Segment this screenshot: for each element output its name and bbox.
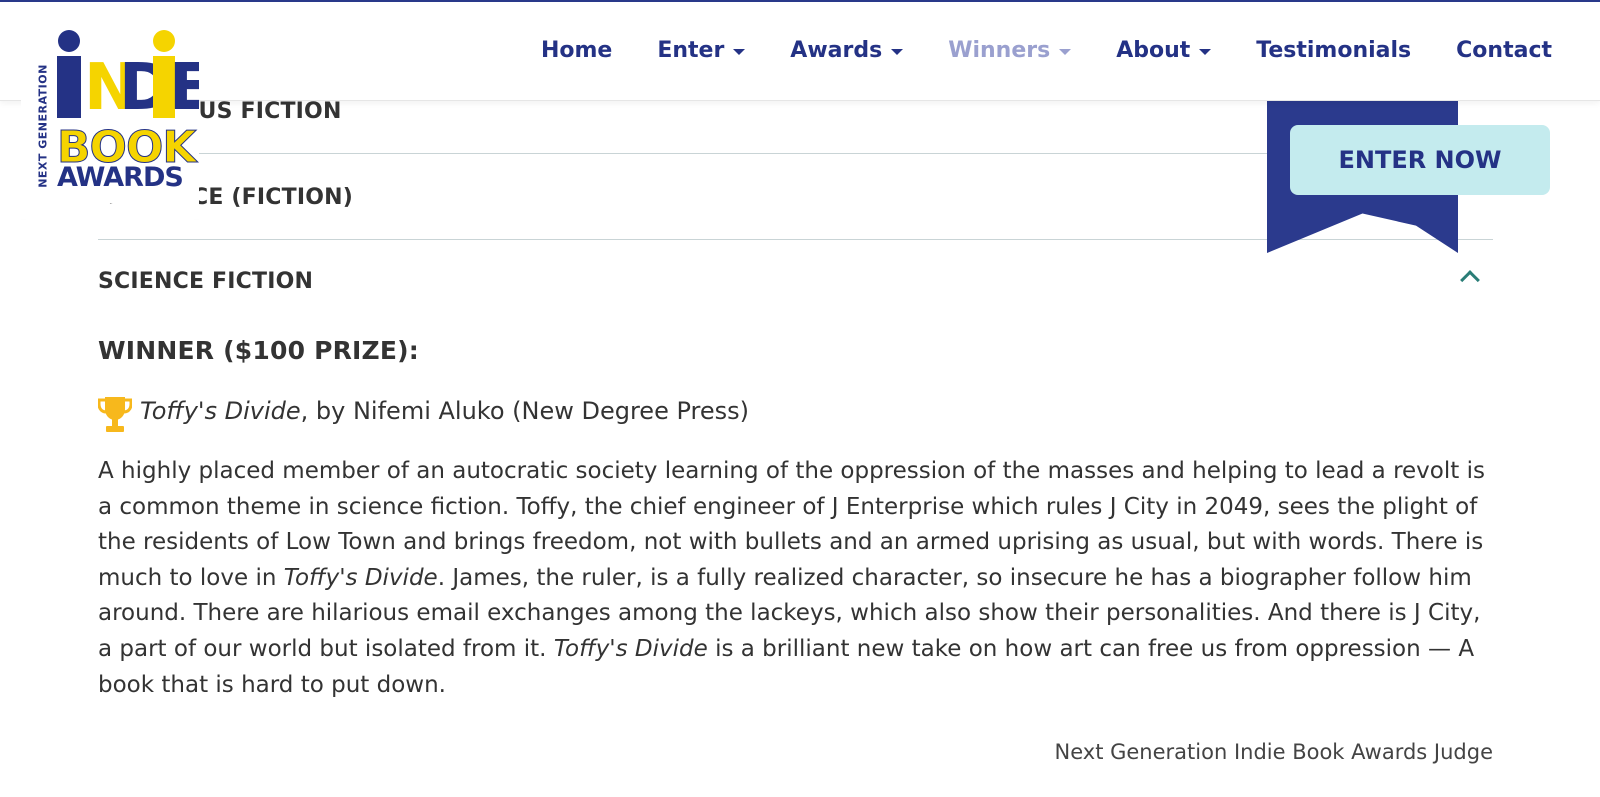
- nav-home-label: Home: [540, 38, 613, 63]
- logo-dot: [58, 30, 80, 52]
- nav-about[interactable]: About: [1116, 38, 1212, 63]
- main-nav: Home Enter Awards Winners About Testimon…: [496, 38, 1552, 63]
- review-attribution: Next Generation Indie Book Awards Judge: [1054, 740, 1493, 764]
- nav-enter-label: Enter: [657, 38, 725, 63]
- logo-awards-text: AWARDS: [57, 162, 184, 193]
- caret-down-icon: [733, 49, 746, 55]
- caret-down-icon: [891, 49, 904, 55]
- caret-down-icon: [1199, 49, 1212, 55]
- enter-now-button[interactable]: ENTER NOW: [1290, 125, 1550, 195]
- nav-contact-label: Contact: [1456, 38, 1552, 63]
- nav-testimonials[interactable]: Testimonials: [1256, 38, 1411, 63]
- nav-winners-label: Winners: [948, 38, 1051, 63]
- chevron-up-icon[interactable]: [1460, 270, 1480, 290]
- accordion-item-science-fiction[interactable]: SCIENCE FICTION: [98, 239, 1493, 324]
- nav-awards[interactable]: Awards: [790, 38, 904, 63]
- book-credit: , by Nifemi Aluko (New Degree Press): [300, 397, 749, 425]
- nav-about-label: About: [1116, 38, 1191, 63]
- logo-side-text: NEXT GENERATION: [36, 64, 50, 188]
- review-paragraph: A highly placed member of an autocratic …: [98, 454, 1498, 703]
- logo-dot: [153, 30, 175, 52]
- caret-down-icon: [1059, 49, 1072, 55]
- nav-winners[interactable]: Winners: [948, 38, 1072, 63]
- review-book-title: Toffy's Divide: [553, 635, 708, 662]
- enter-now-label: ENTER NOW: [1338, 146, 1502, 174]
- winner-heading: WINNER ($100 PRIZE):: [98, 336, 419, 365]
- review-book-title: Toffy's Divide: [283, 564, 438, 591]
- logo-indie-wordmark: N D E: [57, 30, 199, 132]
- logo-letter-i: [57, 56, 81, 118]
- trophy-icon: [98, 397, 132, 432]
- nav-testimonials-label: Testimonials: [1256, 38, 1412, 63]
- nav-home[interactable]: Home: [541, 38, 612, 63]
- nav-enter[interactable]: Enter: [657, 38, 746, 63]
- book-title: Toffy's Divide: [140, 397, 301, 425]
- site-header: Home Enter Awards Winners About Testimon…: [0, 2, 1600, 101]
- nav-awards-label: Awards: [790, 38, 883, 63]
- nav-contact[interactable]: Contact: [1456, 38, 1552, 63]
- accordion-item-title: SCIENCE FICTION: [98, 269, 314, 294]
- winner-book-line: Toffy's Divide, by Nifemi Aluko (New Deg…: [140, 397, 749, 425]
- site-logo[interactable]: NEXT GENERATION N D E BOOK AWARDS: [21, 14, 199, 220]
